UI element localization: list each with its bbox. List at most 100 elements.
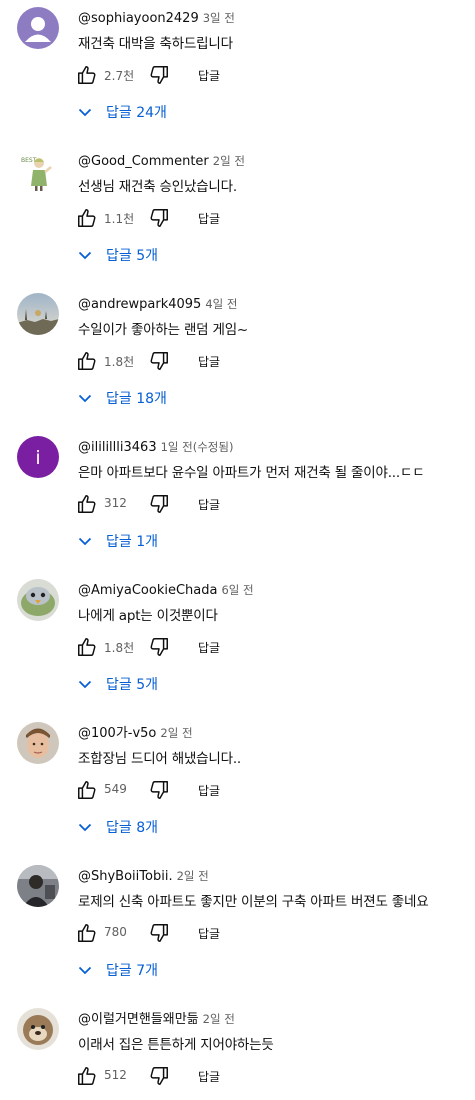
chevron-down-icon <box>78 394 92 403</box>
chevron-down-icon <box>78 108 92 117</box>
dislike-button[interactable] <box>146 1063 172 1089</box>
comment-text: 선생님 재건축 승인났습니다. <box>78 179 237 195</box>
comment-author[interactable]: @sophiayoon2429 <box>78 11 199 26</box>
chevron-down-icon <box>78 251 92 260</box>
thumbs-down-icon <box>150 638 168 656</box>
default-avatar[interactable] <box>17 7 59 49</box>
like-button[interactable] <box>74 920 100 946</box>
comment-list: @sophiayoon2429 3일 전 재건축 대박을 축하드립니다 2.7천 … <box>0 0 475 1100</box>
comment-thread: @ShyBoiiTobii. 2일 전 로제의 신축 아파트도 좋지만 이분의 구… <box>0 858 475 1001</box>
view-replies-button[interactable]: 답글 1개 <box>78 529 158 553</box>
view-replies-button[interactable]: 답글 24개 <box>78 100 167 124</box>
reply-button[interactable]: 답글 <box>198 353 220 370</box>
replies-count: 답글 18개 <box>106 391 167 407</box>
like-button[interactable] <box>74 777 100 803</box>
like-button[interactable] <box>74 1063 100 1089</box>
comment-author[interactable]: @Good_Commenter <box>78 154 209 169</box>
comment-thread: BEST @Good_Commenter 2일 전 선생님 재건축 승인났습니다.… <box>0 143 475 286</box>
comment-thread: @andrewpark4095 4일 전 수일이가 좋아하는 랜덤 게임~ 1.8… <box>0 286 475 429</box>
comment-actions: 512 답글 <box>74 1063 454 1091</box>
comment-time[interactable]: 2일 전 <box>160 726 192 740</box>
view-replies-button[interactable]: 답글 8개 <box>78 815 158 839</box>
view-replies-button[interactable]: 답글 5개 <box>78 243 158 267</box>
replies-count: 답글 24개 <box>106 105 167 121</box>
avatar-letter: i <box>35 447 40 469</box>
dislike-button[interactable] <box>146 491 172 517</box>
reply-button[interactable]: 답글 <box>198 496 220 513</box>
comment-time[interactable]: 6일 전 <box>221 583 253 597</box>
reply-button[interactable]: 답글 <box>198 210 220 227</box>
comment-header: @ShyBoiiTobii. 2일 전 <box>78 865 209 887</box>
like-count: 312 <box>104 496 127 510</box>
thumbs-up-icon <box>78 352 96 370</box>
comment-time[interactable]: 3일 전 <box>203 11 235 25</box>
replies-count: 답글 5개 <box>106 248 158 264</box>
comment-author[interactable]: @100가-v5o <box>78 726 156 741</box>
dislike-button[interactable] <box>146 205 172 231</box>
photo-avatar[interactable] <box>17 865 59 907</box>
animal-avatar[interactable] <box>17 1008 59 1050</box>
view-replies-button[interactable]: 답글 18개 <box>78 386 167 410</box>
dislike-button[interactable] <box>146 62 172 88</box>
comment-time[interactable]: 4일 전 <box>205 297 237 311</box>
thumbs-up-icon <box>78 781 96 799</box>
thumbs-up-icon <box>78 66 96 84</box>
bird-avatar[interactable] <box>17 579 59 621</box>
comment-text: 로제의 신축 아파트도 좋지만 이분의 구축 아파트 버젼도 좋네요 <box>78 894 429 910</box>
chevron-down-icon <box>78 680 92 689</box>
replies-count: 답글 7개 <box>106 963 158 979</box>
like-button[interactable] <box>74 491 100 517</box>
view-replies-button[interactable]: 답글 7개 <box>78 958 158 982</box>
thumbs-up-icon <box>78 209 96 227</box>
dislike-button[interactable] <box>146 634 172 660</box>
like-count: 549 <box>104 782 127 796</box>
comment-author[interactable]: @andrewpark4095 <box>78 297 201 312</box>
landscape-avatar[interactable] <box>17 293 59 335</box>
dislike-button[interactable] <box>146 777 172 803</box>
replies-count: 답글 5개 <box>106 677 158 693</box>
thumbs-down-icon <box>150 66 168 84</box>
reply-button[interactable]: 답글 <box>198 67 220 84</box>
person-avatar[interactable] <box>17 722 59 764</box>
comment-author[interactable]: @ililillli3463 <box>78 440 157 455</box>
like-button[interactable] <box>74 348 100 374</box>
comment-text: 재건축 대박을 축하드립니다 <box>78 36 233 52</box>
comment-thread: @이럴거면핸들왜만듦 2일 전 이래서 집은 튼튼하게 지어야하는듯 512 답글 <box>0 1001 475 1100</box>
comment-time[interactable]: 1일 전(수정됨) <box>161 440 234 454</box>
letter-avatar[interactable]: i <box>17 436 59 478</box>
dislike-button[interactable] <box>146 348 172 374</box>
comment-text: 나에게 apt는 이것뿐이다 <box>78 608 218 624</box>
comment-author[interactable]: @AmiyaCookieChada <box>78 583 217 598</box>
comment-time[interactable]: 2일 전 <box>203 1012 235 1026</box>
reply-button[interactable]: 답글 <box>198 639 220 656</box>
comment-header: @100가-v5o 2일 전 <box>78 722 193 744</box>
reply-button[interactable]: 답글 <box>198 925 220 942</box>
comment-author[interactable]: @ShyBoiiTobii. <box>78 869 173 884</box>
thumbs-down-icon <box>150 781 168 799</box>
like-button[interactable] <box>74 62 100 88</box>
comment-time[interactable]: 2일 전 <box>177 869 209 883</box>
comment-header: @andrewpark4095 4일 전 <box>78 293 237 315</box>
thumbs-up-icon <box>78 924 96 942</box>
like-button[interactable] <box>74 205 100 231</box>
dislike-button[interactable] <box>146 920 172 946</box>
comment-text: 이래서 집은 튼튼하게 지어야하는듯 <box>78 1037 274 1053</box>
view-replies-button[interactable]: 답글 5개 <box>78 672 158 696</box>
thumbs-down-icon <box>150 495 168 513</box>
comment-actions: 1.8천 답글 <box>74 348 454 376</box>
thumbs-up-icon <box>78 1067 96 1085</box>
comment-text: 수일이가 좋아하는 랜덤 게임~ <box>78 322 249 338</box>
like-button[interactable] <box>74 634 100 660</box>
comment-actions: 549 답글 <box>74 777 454 805</box>
reply-button[interactable]: 답글 <box>198 782 220 799</box>
chevron-down-icon <box>78 966 92 975</box>
reply-button[interactable]: 답글 <box>198 1068 220 1085</box>
comment-thread: @sophiayoon2429 3일 전 재건축 대박을 축하드립니다 2.7천 … <box>0 0 475 143</box>
comment-actions: 1.8천 답글 <box>74 634 454 662</box>
comment-actions: 2.7천 답글 <box>74 62 454 90</box>
comment-thread: i @ililillli3463 1일 전(수정됨) 은마 아파트보다 윤수일 아… <box>0 429 475 572</box>
comment-header: @sophiayoon2429 3일 전 <box>78 7 235 29</box>
character-avatar[interactable]: BEST <box>17 150 59 192</box>
comment-time[interactable]: 2일 전 <box>213 154 245 168</box>
comment-author[interactable]: @이럴거면핸들왜만듦 <box>78 1012 199 1027</box>
